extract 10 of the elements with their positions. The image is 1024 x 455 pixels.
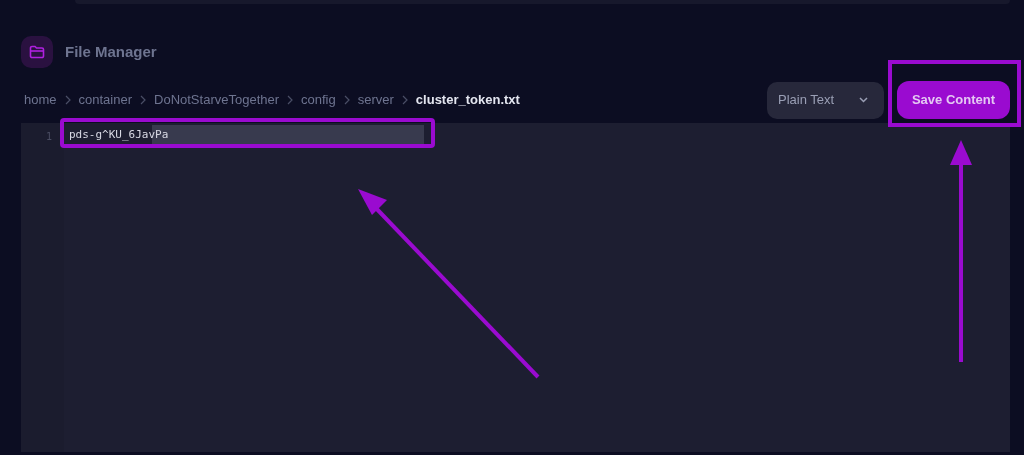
breadcrumb-link[interactable]: config <box>301 90 336 110</box>
breadcrumb-link[interactable]: home <box>24 90 57 110</box>
language-select[interactable]: Plain Text <box>767 81 884 119</box>
breadcrumb-link[interactable]: server <box>357 90 394 110</box>
page-title: File Manager <box>65 41 157 62</box>
breadcrumb-link[interactable]: DoNotStarveTogether <box>154 90 280 110</box>
save-button[interactable]: Save Content <box>897 81 1010 119</box>
select-value: Plain Text <box>778 91 835 110</box>
breadcrumb-link[interactable]: container <box>78 90 132 110</box>
current-file: cluster_token.txt <box>415 91 520 110</box>
